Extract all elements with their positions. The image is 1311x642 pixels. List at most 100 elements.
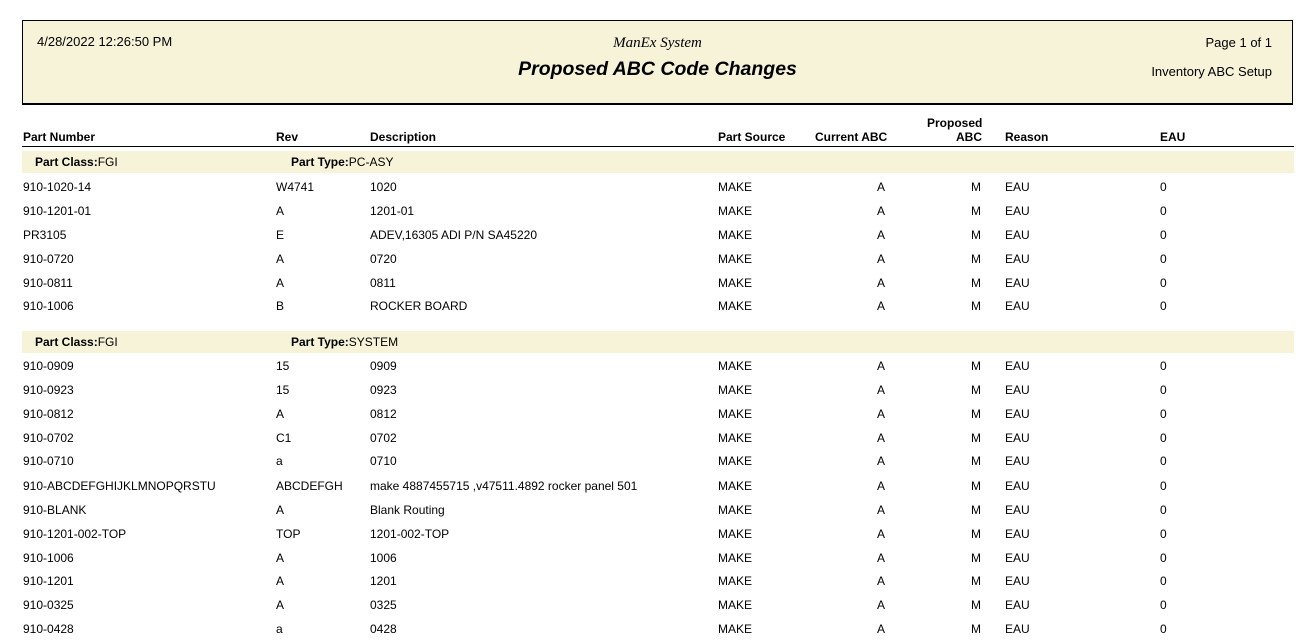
reason-cell: EAU [1005,252,1030,266]
description-cell: 1201-01 [370,204,415,218]
col-current-abc: Current ABC [815,130,888,144]
part-source-cell: MAKE [718,454,753,468]
proposed-abc-cell: M [971,622,981,636]
part-number-cell: 910-0325 [23,598,74,612]
eau-cell: 0 [1160,204,1167,218]
report-title: Proposed ABC Code Changes [518,58,797,80]
eau-cell: 0 [1160,454,1167,468]
part-source-cell: MAKE [718,299,753,313]
eau-cell: 0 [1160,622,1167,636]
eau-cell: 0 [1160,180,1167,194]
reason-cell: EAU [1005,551,1030,565]
eau-cell: 0 [1160,503,1167,517]
proposed-abc-cell: M [971,503,981,517]
column-headers: Part Number Rev Description Part Source … [0,108,1311,148]
proposed-abc-cell: M [971,276,981,290]
reason-cell: EAU [1005,383,1030,397]
part-class-value: FGI [97,155,118,169]
proposed-abc-cell: M [971,598,981,612]
reason-cell: EAU [1005,503,1030,517]
proposed-abc-cell: M [971,431,981,445]
header-rule [22,146,1294,147]
part-number-cell: 910-0710 [23,454,74,468]
current-abc-cell: A [877,598,886,612]
description-cell: 0710 [370,454,397,468]
proposed-abc-cell: M [971,407,981,421]
col-reason: Reason [1005,130,1049,144]
part-source-cell: MAKE [718,551,753,565]
rev-cell: TOP [276,527,301,541]
rev-cell: B [276,299,285,313]
part-number-cell: 910-0702 [23,431,74,445]
eau-cell: 0 [1160,598,1167,612]
current-abc-cell: A [877,454,886,468]
part-source-cell: MAKE [718,276,753,290]
eau-cell: 0 [1160,527,1167,541]
description-cell: 1201-002-TOP [370,527,450,541]
group-header: Part Class:FGI Part Type:PC-ASY [22,151,1294,173]
reason-cell: EAU [1005,622,1030,636]
reason-cell: EAU [1005,228,1030,242]
description-cell: 0720 [370,252,397,266]
rev-cell: E [276,228,285,242]
part-number-cell: 910-1201 [23,574,74,588]
current-abc-cell: A [877,574,886,588]
rev-cell: A [276,252,285,266]
system-name: ManEx System [613,35,702,51]
reason-cell: EAU [1005,204,1030,218]
proposed-abc-cell: M [971,204,981,218]
description-cell: 1020 [370,180,397,194]
rev-cell: a [276,454,283,468]
current-abc-cell: A [877,252,886,266]
part-source-cell: MAKE [718,252,753,266]
current-abc-cell: A [877,359,886,373]
reason-cell: EAU [1005,454,1030,468]
rev-cell: A [276,551,285,565]
description-cell: 0325 [370,598,397,612]
description-cell: ROCKER BOARD [370,299,468,313]
description-cell: ADEV,16305 ADI P/N SA45220 [370,228,538,242]
reason-cell: EAU [1005,598,1030,612]
table-row: 910-0811 A 0811 MAKE A M EAU 0 [0,276,1311,296]
current-abc-cell: A [877,503,886,517]
description-cell: 1006 [370,551,397,565]
reason-cell: EAU [1005,299,1030,313]
rev-cell: ABCDEFGH [276,479,343,493]
proposed-abc-cell: M [971,180,981,194]
proposed-abc-cell: M [971,252,981,266]
description-cell: 0909 [370,359,397,373]
reason-cell: EAU [1005,180,1030,194]
description-cell: 1201 [370,574,397,588]
rev-cell: 15 [276,383,290,397]
proposed-abc-cell: M [971,527,981,541]
part-number-cell: 910-0812 [23,407,74,421]
table-row: 910-1020-14 W4741 1020 MAKE A M EAU 0 [0,180,1311,200]
current-abc-cell: A [877,299,886,313]
rev-cell: A [276,276,285,290]
current-abc-cell: A [877,622,886,636]
proposed-abc-cell: M [971,359,981,373]
part-number-cell: 910-1006 [23,551,74,565]
table-row: 910-1006 B ROCKER BOARD MAKE A M EAU 0 [0,299,1311,319]
part-number-cell: 910-0428 [23,622,74,636]
current-abc-cell: A [877,383,886,397]
part-type-label: Part Type: [291,335,349,349]
reason-cell: EAU [1005,479,1030,493]
part-number-cell: 910-1201-002-TOP [23,527,127,541]
eau-cell: 0 [1160,359,1167,373]
part-class-label: Part Class: [35,155,98,169]
table-row: 910-ABCDEFGHIJKLMNOPQRSTU ABCDEFGH make 48… [0,479,1311,499]
part-source-cell: MAKE [718,204,753,218]
description-cell: 0811 [370,276,396,290]
part-number-cell: 910-1020-14 [23,180,92,194]
col-part-number: Part Number [23,130,96,144]
eau-cell: 0 [1160,551,1167,565]
part-class: Part Class:FGI [35,155,118,169]
col-description: Description [370,130,437,144]
reason-cell: EAU [1005,276,1030,290]
eau-cell: 0 [1160,252,1167,266]
current-abc-cell: A [877,431,886,445]
table-row: 910-BLANK A Blank Routing MAKE A M EAU 0 [0,503,1311,523]
current-abc-cell: A [877,228,886,242]
rev-cell: W4741 [276,180,315,194]
